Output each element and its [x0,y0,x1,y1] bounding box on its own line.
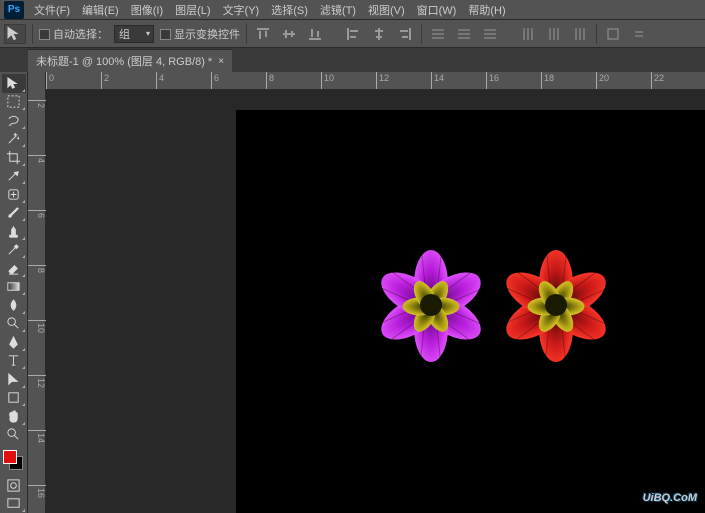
divider [421,24,422,44]
menu-help[interactable]: 帮助(H) [462,0,511,20]
ruler-tick: 16 [28,485,46,498]
divider [246,24,247,44]
close-tab-icon[interactable]: × [218,56,224,67]
menu-edit[interactable]: 编辑(E) [76,0,125,20]
menu-view[interactable]: 视图(V) [362,0,411,20]
ruler-tick: 22 [651,72,664,89]
history-brush-tool[interactable] [2,241,26,260]
align-vcenter-icon[interactable] [279,25,299,43]
auto-select-mode-select[interactable]: 组 [114,25,154,43]
healing-brush-tool[interactable] [2,185,26,204]
edit-area: 024681012141618202224 246810121416 [28,72,705,513]
distribute-hcenter-icon[interactable] [544,25,564,43]
more-options-icon[interactable] [629,25,649,43]
show-transform-checkbox[interactable]: 显示变换控件 [160,26,240,42]
crop-tool[interactable] [2,148,26,167]
align-left-icon[interactable] [343,25,363,43]
path-selection-tool[interactable] [2,370,26,389]
document-tab-bar: 未标题-1 @ 100% (图层 4, RGB/8) * × [0,48,705,72]
menu-select[interactable]: 选择(S) [265,0,314,20]
menu-type[interactable]: 文字(Y) [217,0,266,20]
gradient-tool[interactable] [2,278,26,297]
magic-wand-tool[interactable] [2,130,26,149]
distribute-left-icon[interactable] [518,25,538,43]
zoom-tool[interactable] [2,426,26,445]
color-swatches[interactable] [0,448,27,476]
menu-window[interactable]: 窗口(W) [411,0,463,20]
document-canvas[interactable] [236,110,705,513]
foreground-color[interactable] [3,450,17,464]
workspace: 024681012141618202224 246810121416 [0,72,705,513]
ruler-tick: 8 [28,265,46,273]
ruler-tick: 4 [156,72,164,89]
menu-layer[interactable]: 图层(L) [169,0,216,20]
ruler-tick: 2 [101,72,109,89]
ruler-tick: 6 [211,72,219,89]
dodge-tool[interactable] [2,315,26,334]
ruler-tick: 14 [28,430,46,443]
screen-mode-toggle[interactable] [2,495,26,513]
watermark: UiBQ.CoM [643,481,697,507]
align-right-icon[interactable] [395,25,415,43]
distribute-right-icon[interactable] [570,25,590,43]
3d-mode-icon[interactable] [603,25,623,43]
distribute-top-icon[interactable] [428,25,448,43]
marquee-tool[interactable] [2,93,26,112]
distribute-bottom-icon[interactable] [480,25,500,43]
eyedropper-tool[interactable] [2,167,26,186]
menu-filter[interactable]: 滤镜(T) [314,0,362,20]
menu-file[interactable]: 文件(F) [28,0,76,20]
shape-tool[interactable] [2,389,26,408]
ruler-tick: 12 [376,72,389,89]
eraser-tool[interactable] [2,259,26,278]
ruler-tick: 2 [28,100,46,108]
auto-select-value: 组 [119,26,130,42]
document-tab-title: 未标题-1 @ 100% (图层 4, RGB/8) * [36,53,212,69]
type-tool[interactable] [2,352,26,371]
auto-select-checkbox[interactable]: 自动选择： [39,26,108,42]
show-transform-label: 显示变换控件 [174,29,240,41]
ruler-tick: 20 [596,72,609,89]
ruler-tick: 18 [541,72,554,89]
vertical-ruler: 2 4 6 8 10 12 14 16 [28,90,46,513]
tools-panel [0,72,28,513]
distribute-vcenter-icon[interactable] [454,25,474,43]
align-bottom-icon[interactable] [305,25,325,43]
document-tab[interactable]: 未标题-1 @ 100% (图层 4, RGB/8) * × [28,49,232,72]
app-logo: Ps [4,1,24,19]
ruler-tick: 8 [266,72,274,89]
move-tool[interactable] [2,74,26,93]
artwork-flower-purple [376,250,486,360]
quick-mask-toggle[interactable] [2,476,26,495]
divider [596,24,597,44]
ruler-tick: 10 [321,72,334,89]
ruler-tick: 4 [28,155,46,163]
ruler-tick: 16 [486,72,499,89]
brush-tool[interactable] [2,204,26,223]
ruler-tick: 12 [28,375,46,388]
menu-image[interactable]: 图像(I) [125,0,169,20]
blur-tool[interactable] [2,296,26,315]
ruler-tick: 6 [28,210,46,218]
divider [32,24,33,44]
hand-tool[interactable] [2,407,26,426]
current-tool-icon[interactable] [4,24,26,44]
horizontal-ruler: 024681012141618202224 [28,72,705,90]
align-hcenter-icon[interactable] [369,25,389,43]
align-top-icon[interactable] [253,25,273,43]
menu-bar: Ps 文件(F) 编辑(E) 图像(I) 图层(L) 文字(Y) 选择(S) 滤… [0,0,705,20]
artwork-flower-red [501,250,611,360]
clone-stamp-tool[interactable] [2,222,26,241]
lasso-tool[interactable] [2,111,26,130]
ruler-origin[interactable] [28,72,46,90]
ruler-tick: 10 [28,320,46,333]
options-bar: 自动选择： 组 显示变换控件 [0,20,705,48]
auto-select-label: 自动选择： [53,29,108,41]
pen-tool[interactable] [2,333,26,352]
ruler-tick: 0 [46,72,54,89]
canvas-viewport[interactable] [46,90,705,513]
ruler-tick: 14 [431,72,444,89]
